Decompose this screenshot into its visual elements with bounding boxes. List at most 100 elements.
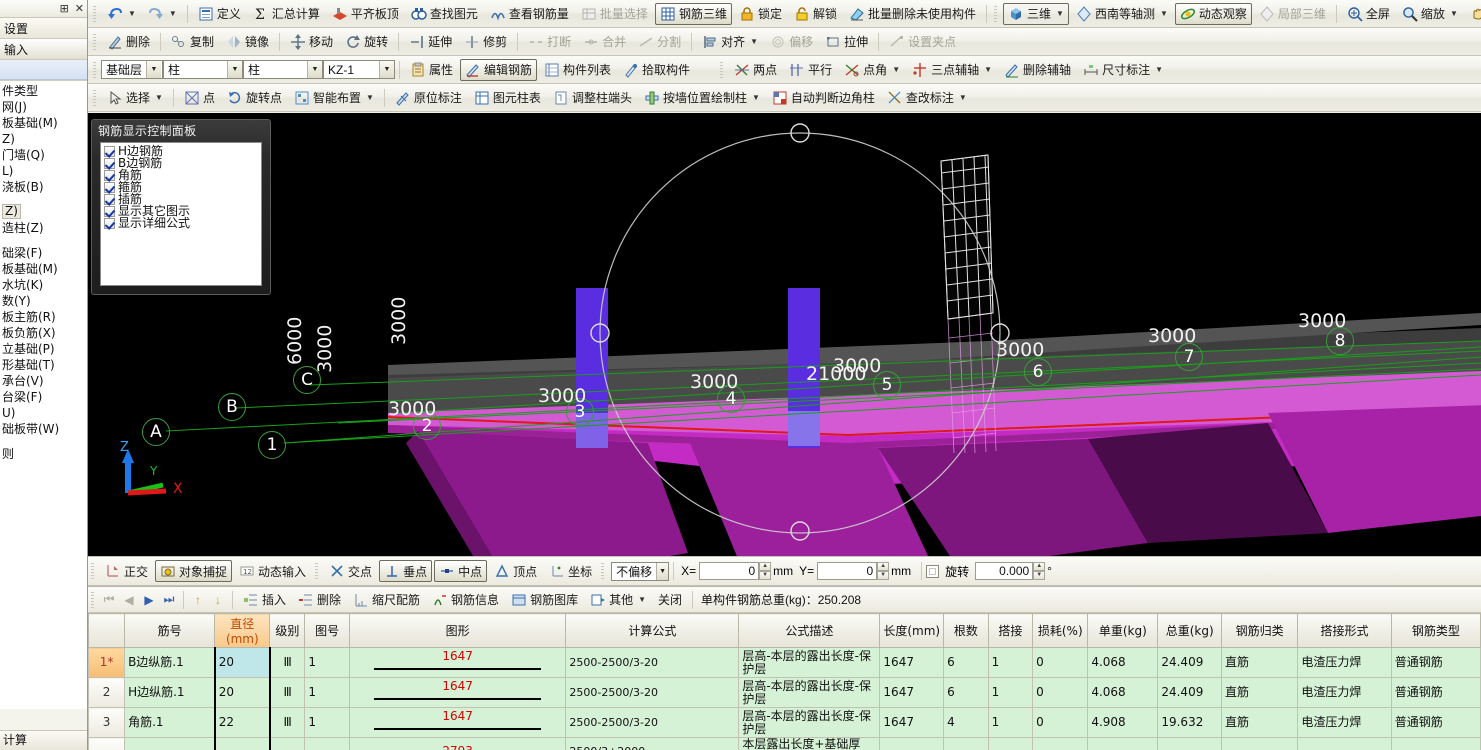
comp-pick-component-button[interactable]: 拾取构件: [618, 59, 695, 81]
cell-shape-diagram[interactable]: 1647: [348, 647, 567, 678]
cell-formula[interactable]: 2500-2500/3-20: [565, 677, 740, 708]
cell-grade[interactable]: Ⅲ: [269, 737, 306, 750]
tree-item-g3-5[interactable]: 板负筋(X): [0, 325, 87, 341]
checkbox-checked-icon[interactable]: [104, 205, 115, 217]
x-stepper[interactable]: ▲ ▼: [759, 562, 772, 580]
left-panel-search-strip[interactable]: [0, 60, 87, 80]
tree-item-g3-6[interactable]: 立基础(P): [0, 341, 87, 357]
cell-total-weight[interactable]: 24.409: [1157, 677, 1222, 708]
cell-formula-description[interactable]: 层高-本层的露出长度-保护层: [738, 677, 881, 708]
chevron-down-icon[interactable]: ▼: [307, 61, 322, 78]
draw-draw-column-by-wall-button[interactable]: 按墙位置绘制柱 ▼: [639, 87, 765, 109]
cell-diameter[interactable]: 20: [213, 677, 271, 708]
tool-flush-slab-top-button[interactable]: 平齐板顶: [327, 3, 404, 25]
col-header-zongzhong[interactable]: 总重(kg): [1157, 613, 1222, 648]
move-up-button[interactable]: ↑: [188, 590, 208, 610]
tree-item-g2-0[interactable]: Z): [0, 204, 87, 220]
edit-extend-button[interactable]: 延伸: [404, 31, 457, 53]
toolbar-grip[interactable]: [92, 3, 99, 24]
cell-rebar-name[interactable]: 角筋.1: [124, 707, 216, 738]
col-header-danzhong[interactable]: 单重(kg): [1087, 613, 1159, 648]
rebar-table[interactable]: 筋号 直径(mm) 级别 图号 图形 计算公式 公式描述 长度(mm) 根数 搭接 损耗(%) 单重(…: [88, 613, 1481, 750]
col-header-changdu[interactable]: 长度(mm): [879, 613, 945, 648]
col-header-sunhao[interactable]: 损耗(%): [1032, 613, 1089, 648]
cell-category[interactable]: 直筋: [1220, 677, 1299, 708]
grid-rebar-info-button[interactable]: 钢筋信息: [427, 589, 504, 611]
axis-bubble-6[interactable]: 6: [1024, 358, 1052, 386]
chevron-down-icon[interactable]: ▼: [892, 65, 900, 74]
draw-auto-judge-corner-column-button[interactable]: 自动判断边角柱: [767, 87, 880, 109]
chevron-down-icon[interactable]: ▼: [984, 65, 992, 74]
snap-ortho-button[interactable]: 正交: [100, 560, 153, 582]
draw-element-column-table-button[interactable]: 图元柱表: [469, 87, 546, 109]
cell-rebar-type[interactable]: 普通钢筋: [1390, 677, 1481, 708]
row-number[interactable]: 3: [88, 707, 126, 738]
cell-shape-no[interactable]: 1: [304, 677, 350, 708]
first-record-button[interactable]: ⏮: [99, 590, 119, 610]
component-name-combo[interactable]: KZ-1 ▼: [323, 60, 395, 79]
edit-align-button[interactable]: 对齐 ▼: [697, 31, 763, 53]
comp-edit-rebar-button[interactable]: 编辑钢筋: [460, 58, 538, 81]
table-row[interactable]: 2 H边纵筋.1 20 Ⅲ 1 1647 2500-2500/3-20 层高-本层的露出长度-…: [88, 677, 1481, 708]
tree-group-header[interactable]: 件类型: [0, 83, 87, 99]
snap-dynamic-input-button[interactable]: 12 动态输入: [234, 560, 311, 582]
grid-insert-button[interactable]: 插入: [238, 589, 291, 611]
tree-item-g1-0[interactable]: 网(J): [0, 99, 87, 115]
grid-close-grid-button[interactable]: 关闭: [653, 589, 687, 611]
toolbar-grip[interactable]: [90, 561, 97, 581]
next-record-button[interactable]: ▶: [139, 590, 159, 610]
cell-rebar-type[interactable]: 普通钢筋: [1390, 707, 1481, 738]
axis-bubble-B[interactable]: B: [218, 393, 246, 421]
cell-formula[interactable]: 2500-2500/3-20: [565, 647, 740, 678]
chevron-down-icon[interactable]: ▼: [959, 93, 967, 102]
chevron-down-icon[interactable]: ▼: [638, 595, 646, 604]
tool-sw-isometric-button[interactable]: 西南等轴测 ▼: [1071, 3, 1173, 25]
table-row[interactable]: 3 角筋.1 22 Ⅲ 1 1647 2500-2500/3-20 层高-本层的露出长度-保护…: [88, 707, 1481, 738]
toolbar-grip[interactable]: [92, 87, 99, 108]
axis-two-point-button[interactable]: 两点: [729, 59, 782, 81]
table-row[interactable]: 1* B边纵筋.1 20 Ⅲ 1 1647 2500-2500/3-20 层高-本层的露出长度…: [88, 647, 1481, 678]
grid-other-button[interactable]: 其他 ▼: [585, 589, 651, 611]
col-header-dajie[interactable]: 搭接: [987, 613, 1034, 648]
checkbox-checked-icon[interactable]: [104, 193, 115, 205]
y-stepper[interactable]: ▲ ▼: [877, 562, 890, 580]
cell-lap-type[interactable]: 电渣压力焊: [1297, 737, 1392, 750]
cell-formula[interactable]: 2500/3+2000-40+max(6*d,150): [565, 737, 740, 750]
edit-move-button[interactable]: 移动: [285, 31, 338, 53]
col-header-dajiexingshi[interactable]: 搭接形式: [1297, 613, 1392, 648]
cell-rebar-name[interactable]: B边纵筋.1: [124, 647, 216, 678]
cell-category[interactable]: 直筋: [1220, 647, 1299, 678]
cell-rebar-type[interactable]: 普通钢筋: [1390, 737, 1481, 750]
cell-count[interactable]: 6: [943, 737, 989, 750]
grid-delete-row-button[interactable]: 删除: [293, 589, 346, 611]
chevron-down-icon[interactable]: ▼: [128, 9, 136, 18]
tool-rebar-3d-button[interactable]: 钢筋三维: [654, 2, 732, 25]
snap-vertex-button[interactable]: 顶点: [489, 560, 542, 582]
chevron-down-icon[interactable]: ▼: [1056, 9, 1064, 18]
col-header-gongshi[interactable]: 计算公式: [565, 613, 740, 648]
tree-item-g3-0[interactable]: 础梁(F): [0, 245, 87, 261]
col-header-tuhao[interactable]: 图号: [304, 613, 350, 648]
rebar-display-control-panel[interactable]: 钢筋显示控制面板 H边钢筋 B边钢筋 角筋 箍筋 插筋 显示其它图示 显示详细公式: [91, 119, 271, 295]
edit-mirror-button[interactable]: 镜像: [221, 31, 274, 53]
checkbox-checked-icon[interactable]: [104, 169, 115, 181]
comp-properties-button[interactable]: 属性: [405, 59, 458, 81]
cell-shape-no[interactable]: 1: [304, 647, 350, 678]
cell-grade[interactable]: Ⅲ: [269, 707, 306, 738]
cell-formula[interactable]: 2500-2500/3-20: [565, 707, 740, 738]
row-number[interactable]: 4: [88, 737, 126, 750]
axis-delete-aux-axis-button[interactable]: 删除辅轴: [999, 59, 1076, 81]
cell-total-weight[interactable]: 19.632: [1157, 707, 1222, 738]
axis-bubble-1[interactable]: 1: [258, 431, 286, 459]
floor-combo[interactable]: 基础层 ▼: [101, 60, 163, 79]
tree-item-g2-1[interactable]: 造柱(Z): [0, 220, 87, 236]
chevron-down-icon[interactable]: ▼: [1160, 9, 1168, 18]
edit-trim-button[interactable]: 修剪: [459, 31, 512, 53]
cell-grade[interactable]: Ⅲ: [269, 647, 306, 678]
cell-lap-type[interactable]: 电渣压力焊: [1297, 677, 1392, 708]
tool-lock-button[interactable]: 锁定: [734, 3, 787, 25]
cell-length[interactable]: 2943: [879, 737, 945, 750]
x-input[interactable]: 0: [699, 562, 760, 580]
cell-unit-weight[interactable]: 4.068: [1087, 677, 1159, 708]
cell-lap[interactable]: 0: [987, 737, 1034, 750]
